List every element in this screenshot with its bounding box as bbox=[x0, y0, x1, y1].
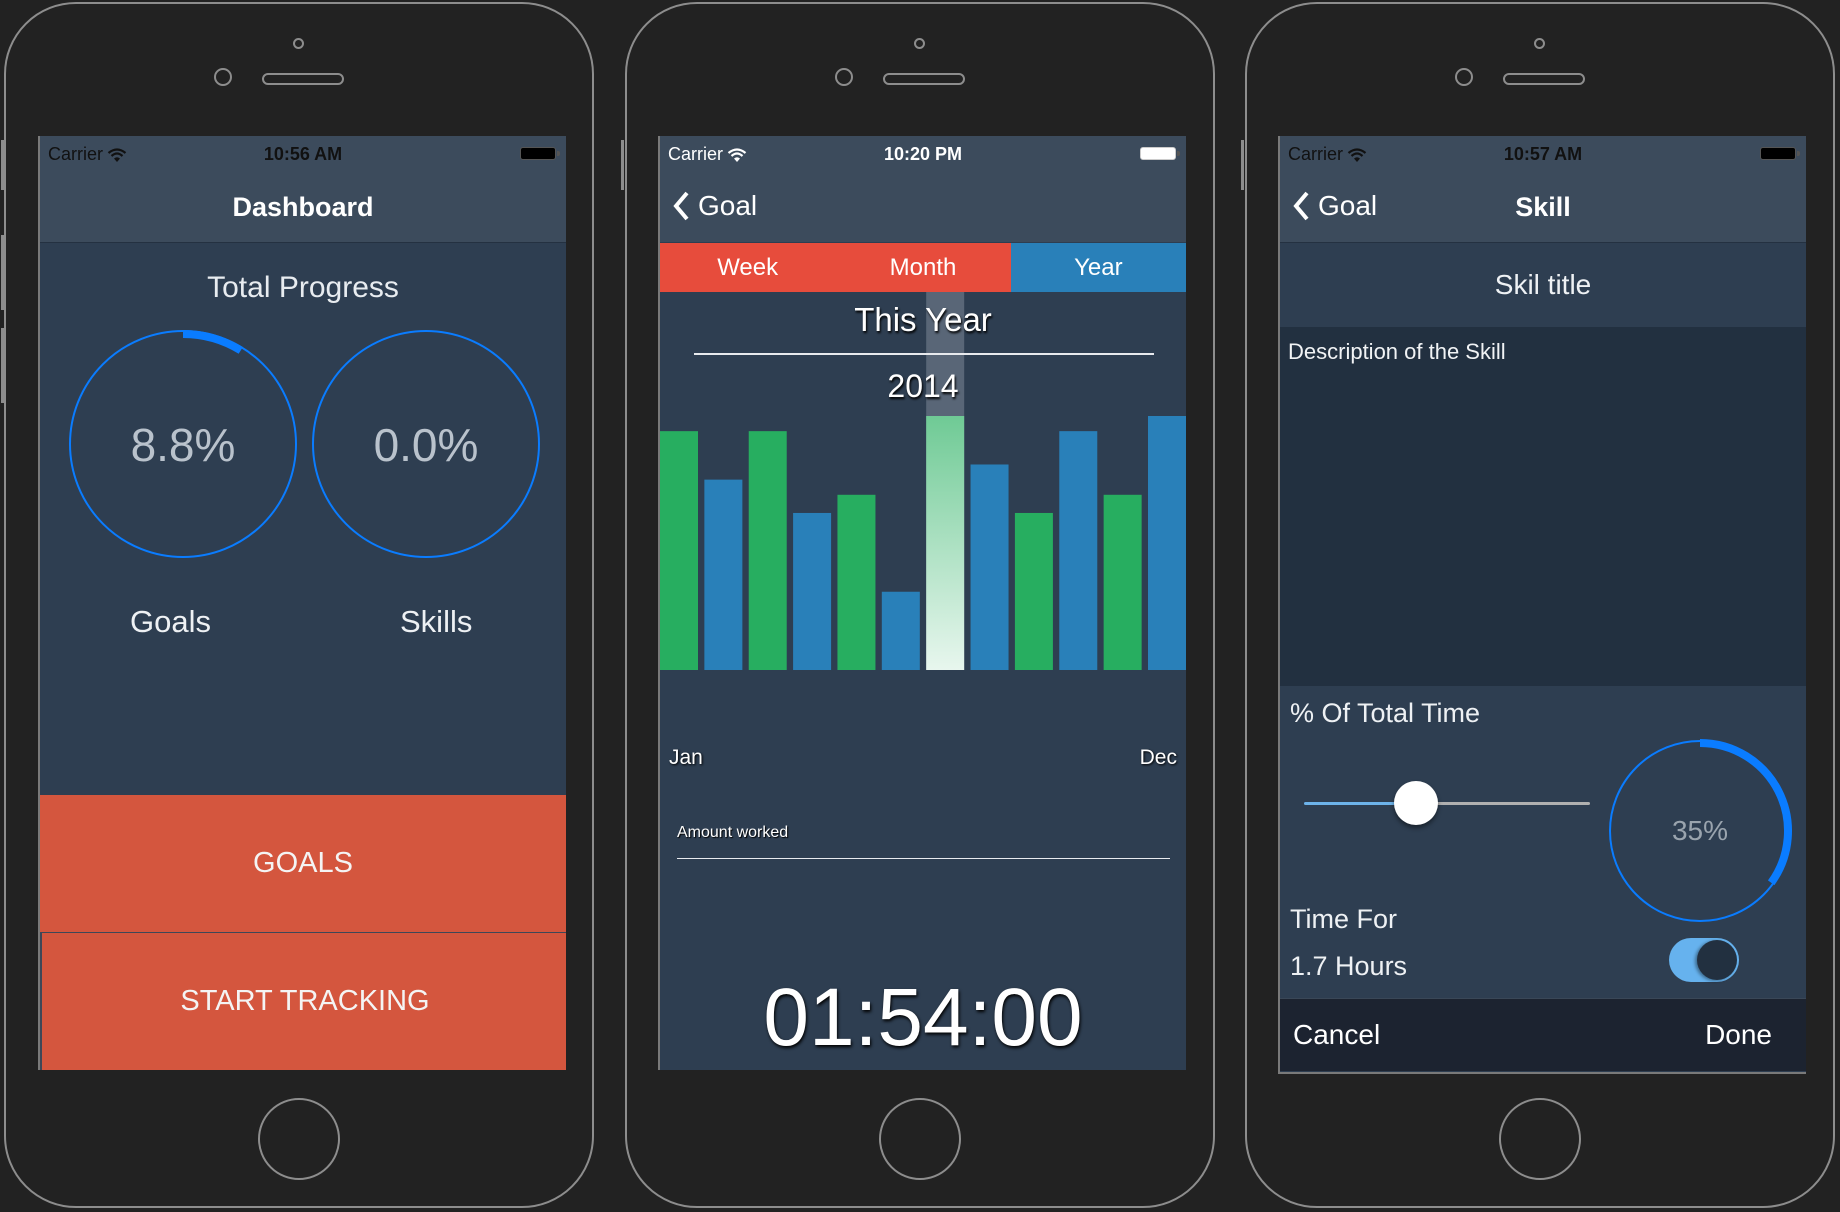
goals-caption: Goals bbox=[130, 604, 211, 639]
earpiece-speaker bbox=[1503, 73, 1585, 85]
percent-total-time-label: % Of Total Time bbox=[1290, 698, 1481, 728]
volume-button bbox=[1, 140, 4, 190]
front-camera bbox=[914, 38, 925, 49]
skill-percent-ring: 35% bbox=[1605, 736, 1795, 926]
x-tick-first: Jan bbox=[669, 746, 703, 769]
goals-progress-ring: 8.8% bbox=[67, 328, 299, 560]
goals-percent: 8.8% bbox=[130, 419, 236, 471]
toggle-knob bbox=[1697, 940, 1737, 980]
skill-description-field[interactable]: Description of the Skill bbox=[1280, 327, 1806, 686]
amount-worked-label: Amount worked bbox=[677, 824, 789, 841]
home-button[interactable] bbox=[258, 1098, 340, 1180]
bar-jun[interactable] bbox=[881, 591, 920, 670]
goal-screen: Carrier 10:20 PM Goal Week Month Year Th… bbox=[658, 136, 1186, 1070]
bar-mar[interactable] bbox=[748, 431, 787, 670]
bar-aug[interactable] bbox=[970, 464, 1009, 670]
slider-thumb[interactable] bbox=[1393, 781, 1438, 825]
volume-button bbox=[1, 328, 4, 403]
earpiece-speaker bbox=[883, 73, 965, 85]
skills-percent: 0.0% bbox=[373, 419, 479, 471]
time-settings-panel: % Of Total Time 35% Time For 1.7 Hours bbox=[1280, 686, 1806, 998]
goals-ring-progress-arc bbox=[182, 330, 243, 354]
page-title: Dashboard bbox=[232, 192, 374, 222]
goals-button[interactable]: GOALS bbox=[40, 795, 566, 934]
status-bar: Carrier 10:20 PM bbox=[660, 136, 1186, 172]
bar-dec[interactable] bbox=[1148, 416, 1186, 670]
proximity-sensor bbox=[1455, 68, 1473, 86]
volume-button bbox=[1241, 140, 1244, 190]
page-title: Skill bbox=[1515, 192, 1571, 222]
clock: 10:57 AM bbox=[1503, 144, 1583, 164]
proximity-sensor bbox=[835, 68, 853, 86]
front-camera bbox=[1534, 38, 1545, 49]
front-camera bbox=[293, 38, 304, 49]
earpiece-speaker bbox=[262, 73, 344, 85]
home-button[interactable] bbox=[1499, 1098, 1581, 1180]
chevron-left-icon bbox=[673, 191, 689, 221]
percent-slider[interactable] bbox=[1304, 781, 1590, 825]
segment-month[interactable]: Month bbox=[835, 243, 1011, 292]
segment-week[interactable]: Week bbox=[660, 243, 836, 292]
bar-feb[interactable] bbox=[704, 479, 743, 670]
skills-progress-ring: 0.0% bbox=[310, 328, 542, 560]
clock: 10:56 AM bbox=[263, 144, 343, 164]
elapsed-timer: 01:54:00 bbox=[763, 972, 1083, 1063]
status-bar: Carrier 10:56 AM bbox=[40, 136, 566, 172]
slider-track-empty bbox=[1415, 802, 1590, 805]
volume-button bbox=[621, 140, 624, 190]
skill-percent-value: 35% bbox=[1671, 815, 1729, 846]
nav-bar: Dashboard bbox=[40, 172, 566, 243]
bar-jul[interactable] bbox=[926, 416, 965, 670]
status-bar: Carrier 10:57 AM bbox=[1280, 136, 1806, 172]
title-divider bbox=[694, 353, 1154, 355]
volume-button bbox=[1, 235, 4, 310]
skill-ring-progress-arc bbox=[1699, 739, 1792, 886]
bar-sep[interactable] bbox=[1014, 512, 1053, 670]
bar-nov[interactable] bbox=[1103, 494, 1142, 670]
bottom-toolbar: Cancel Done bbox=[1280, 998, 1806, 1071]
yearly-bar-chart bbox=[660, 292, 1186, 670]
skill-title-field[interactable]: Skil title bbox=[1280, 243, 1806, 327]
segment-year[interactable]: Year bbox=[1010, 243, 1186, 292]
battery-icon bbox=[1760, 147, 1800, 160]
skill-screen: Carrier 10:57 AM Goal Skill Skil title D… bbox=[1278, 136, 1806, 1074]
bar-jan[interactable] bbox=[660, 431, 698, 670]
dashboard-screen: Carrier 10:56 AM Dashboard Total Progres… bbox=[38, 136, 566, 1070]
year-label: 2014 bbox=[887, 368, 959, 404]
total-progress-heading: Total Progress bbox=[207, 271, 399, 304]
period-title: This Year bbox=[854, 301, 992, 338]
proximity-sensor bbox=[214, 68, 232, 86]
clock: 10:20 PM bbox=[883, 144, 963, 164]
skills-caption: Skills bbox=[400, 604, 473, 639]
hours-value: 1.7 Hours bbox=[1290, 951, 1408, 981]
home-button[interactable] bbox=[879, 1098, 961, 1180]
nav-bar: Goal Skill bbox=[1280, 172, 1806, 243]
period-segmented-control: Week Month Year bbox=[660, 243, 1186, 292]
x-tick-last: Dec bbox=[1139, 746, 1177, 769]
bar-apr[interactable] bbox=[793, 512, 832, 670]
back-button[interactable]: Goal bbox=[672, 190, 757, 222]
cancel-button[interactable]: Cancel bbox=[1293, 1019, 1380, 1051]
time-for-label: Time For bbox=[1290, 904, 1397, 934]
start-tracking-button[interactable]: START TRACKING bbox=[40, 933, 566, 1070]
nav-bar: Goal bbox=[660, 172, 1186, 242]
bar-oct[interactable] bbox=[1059, 431, 1098, 670]
done-button[interactable]: Done bbox=[1705, 1019, 1772, 1051]
bar-may[interactable] bbox=[837, 494, 876, 670]
time-for-toggle[interactable] bbox=[1669, 938, 1739, 982]
battery-icon bbox=[520, 147, 560, 160]
amount-worked-underline bbox=[677, 858, 1170, 859]
battery-icon bbox=[1140, 147, 1180, 160]
